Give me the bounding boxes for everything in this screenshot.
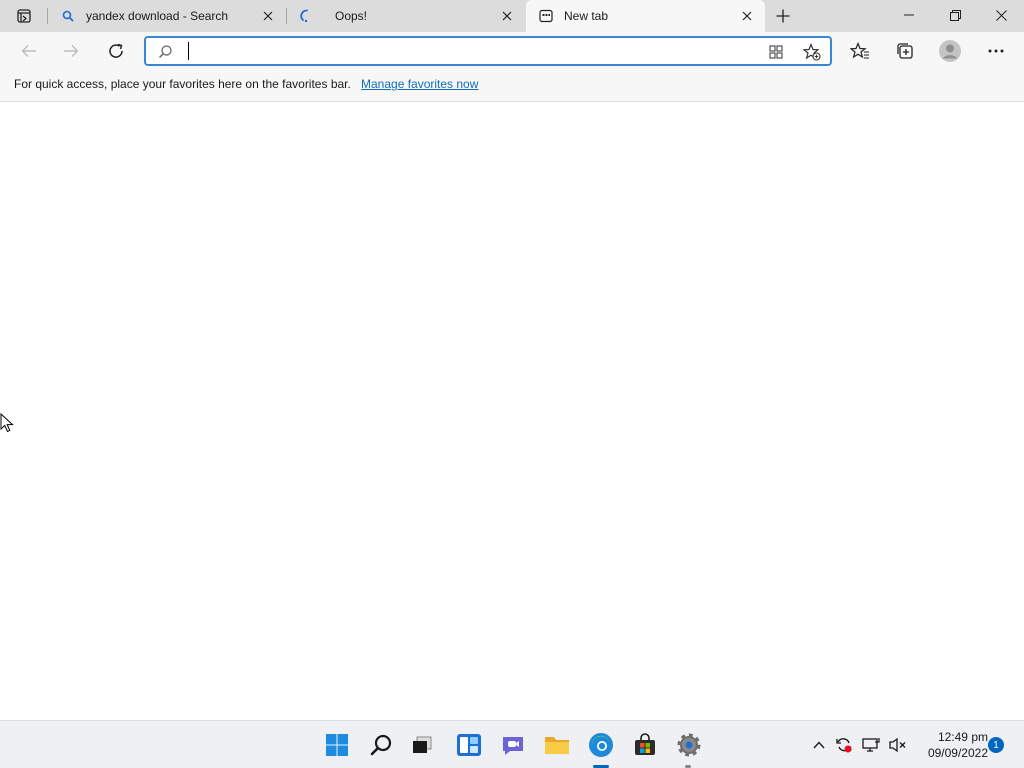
taskbar-widgets[interactable] xyxy=(453,729,485,761)
clock-date: 09/09/2022 xyxy=(927,746,988,760)
settings-icon xyxy=(677,733,701,757)
app-available-icon[interactable] xyxy=(766,43,786,61)
new-tab-page-icon xyxy=(538,8,554,24)
taskbar-file-explorer[interactable] xyxy=(541,729,573,761)
loading-spinner-icon xyxy=(299,8,315,24)
avatar-icon xyxy=(939,40,961,62)
notification-badge[interactable]: 1 xyxy=(988,737,1004,753)
collections-icon xyxy=(897,43,913,59)
back-arrow-icon xyxy=(21,45,36,57)
profile-button[interactable] xyxy=(935,37,965,65)
chevron-up-icon xyxy=(813,741,825,749)
tab-actions-button[interactable] xyxy=(10,4,38,28)
teams-chat-icon xyxy=(503,737,523,755)
forward-arrow-icon xyxy=(64,45,79,57)
collections-button[interactable] xyxy=(890,37,920,65)
task-view-icon xyxy=(413,736,432,753)
taskbar-teams-chat[interactable] xyxy=(497,729,529,761)
new-tab-button[interactable] xyxy=(770,4,796,28)
volume-muted-icon xyxy=(889,737,906,753)
tab-new-tab-active[interactable]: New tab xyxy=(526,0,765,32)
taskbar-edge[interactable] xyxy=(585,729,617,761)
taskbar-clock[interactable]: 12:49 pm 09/09/2022 xyxy=(912,729,988,761)
show-hidden-icons-button[interactable] xyxy=(809,735,829,755)
more-options-icon xyxy=(988,49,1004,53)
tab-title: New tab xyxy=(564,9,609,23)
tab-strip: yandex download - Search Oops! New tab xyxy=(0,0,1024,32)
close-tab-icon[interactable] xyxy=(258,6,278,26)
search-icon xyxy=(370,734,392,756)
address-bar[interactable] xyxy=(144,36,832,66)
refresh-icon xyxy=(109,43,123,58)
taskbar-task-view[interactable] xyxy=(406,729,438,761)
back-button[interactable] xyxy=(14,37,44,65)
restore-button[interactable] xyxy=(932,0,978,30)
tray-sync[interactable] xyxy=(834,735,854,755)
widgets-icon xyxy=(457,734,481,756)
tray-network[interactable] xyxy=(861,735,881,755)
tab-oops[interactable]: Oops! xyxy=(287,0,525,32)
taskbar-store[interactable] xyxy=(629,729,661,761)
restore-icon xyxy=(949,9,961,21)
mouse-cursor-icon xyxy=(0,413,14,433)
address-input[interactable] xyxy=(186,42,746,60)
refresh-button[interactable] xyxy=(101,37,131,65)
tab-yandex-search[interactable]: yandex download - Search xyxy=(48,0,286,32)
tab-title: Oops! xyxy=(335,9,368,23)
edge-icon xyxy=(589,733,613,757)
forward-button[interactable] xyxy=(56,37,86,65)
tab-title: yandex download - Search xyxy=(86,9,229,23)
network-icon xyxy=(862,738,880,752)
settings-and-more-button[interactable] xyxy=(981,37,1011,65)
tab-actions-icon xyxy=(17,9,31,23)
favorites-bar-message: For quick access, place your favorites h… xyxy=(14,77,351,91)
close-window-button[interactable] xyxy=(978,0,1024,30)
close-tab-icon[interactable] xyxy=(737,6,757,26)
favorites-bar: For quick access, place your favorites h… xyxy=(0,70,1024,102)
add-favorite-icon[interactable] xyxy=(802,43,822,61)
navigation-toolbar xyxy=(0,32,1024,70)
favorites-button[interactable] xyxy=(845,37,875,65)
close-tab-icon[interactable] xyxy=(497,6,517,26)
store-icon xyxy=(635,733,655,755)
close-icon xyxy=(995,9,1007,21)
taskbar: 12:49 pm 09/09/2022 1 xyxy=(0,720,1024,768)
text-caret xyxy=(188,42,189,60)
search-icon xyxy=(60,8,76,24)
taskbar-start[interactable] xyxy=(321,729,353,761)
minimize-icon xyxy=(904,14,914,16)
tray-volume[interactable] xyxy=(887,735,907,755)
search-icon xyxy=(158,44,173,62)
manage-favorites-link[interactable]: Manage favorites now xyxy=(361,77,478,91)
favorites-icon xyxy=(850,42,869,59)
plus-icon xyxy=(776,9,790,23)
page-content xyxy=(0,103,1024,720)
file-explorer-icon xyxy=(545,737,569,754)
minimize-button[interactable] xyxy=(886,0,932,30)
clock-time: 12:49 pm xyxy=(937,730,988,744)
start-icon xyxy=(326,734,348,756)
taskbar-settings[interactable] xyxy=(673,729,705,761)
sync-alert-icon xyxy=(836,738,852,753)
taskbar-search[interactable] xyxy=(365,729,397,761)
